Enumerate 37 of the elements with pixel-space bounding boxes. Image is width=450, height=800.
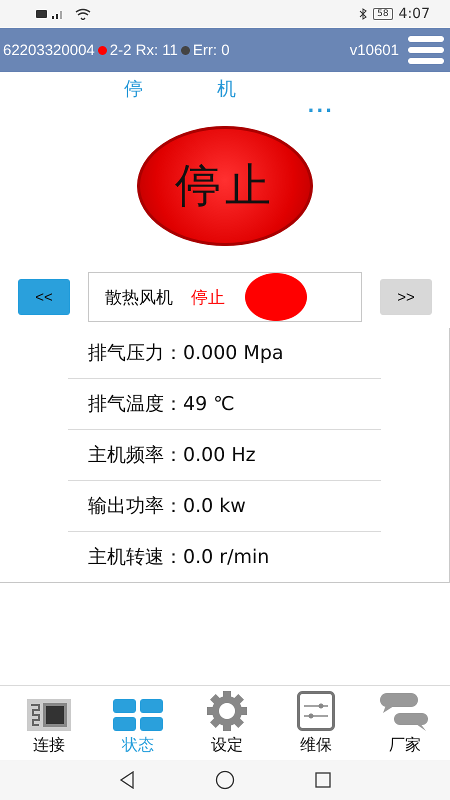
status-text: Err: 0 [192, 42, 230, 58]
reading-label: 主机频率： [88, 443, 183, 468]
tab[interactable]: 连接 [14, 690, 84, 760]
reading-value: 0.0 r/min [183, 546, 270, 568]
back-icon[interactable] [119, 771, 135, 789]
reading-label: 排气温度： [88, 392, 183, 417]
home-icon[interactable] [215, 770, 235, 790]
reading-label: 主机转速： [88, 545, 183, 570]
chip-icon [27, 699, 71, 731]
battery-level: 58 [373, 8, 393, 20]
gear-icon [205, 691, 249, 731]
stop-button[interactable]: 停止 [137, 126, 313, 246]
reading-value: 0.0 kw [183, 495, 246, 517]
component-status: 停止 [191, 286, 225, 308]
clock: 4:07 [398, 6, 430, 22]
reading-value: 0.000 Mpa [183, 342, 284, 364]
version-text: v10601 [350, 42, 399, 58]
tab[interactable]: 设定 [192, 690, 262, 760]
recents-icon[interactable] [315, 772, 331, 788]
machine-state-char: 停 [124, 77, 143, 102]
tab[interactable]: 维保 [281, 690, 351, 760]
status-text: 2-2 Rx: 11 [110, 42, 178, 58]
chat-icon [380, 693, 430, 731]
machine-state-char: 机 [217, 77, 236, 102]
device-id: 62203320004 [3, 42, 95, 58]
menu-icon[interactable] [408, 36, 444, 64]
reading-value: 49 ℃ [183, 393, 235, 415]
bluetooth-icon [359, 8, 368, 20]
reading-label: 输出功率： [88, 494, 183, 519]
grid-icon [113, 699, 163, 731]
next-button[interactable]: >> [380, 279, 432, 315]
previous-button[interactable]: << [18, 279, 70, 315]
tab[interactable]: 厂家 [370, 690, 440, 760]
sliders-icon [297, 691, 335, 731]
reading-value: 0.00 Hz [183, 444, 256, 466]
reading-label: 排气压力： [88, 341, 183, 366]
component-name: 散热风机 [105, 286, 173, 308]
